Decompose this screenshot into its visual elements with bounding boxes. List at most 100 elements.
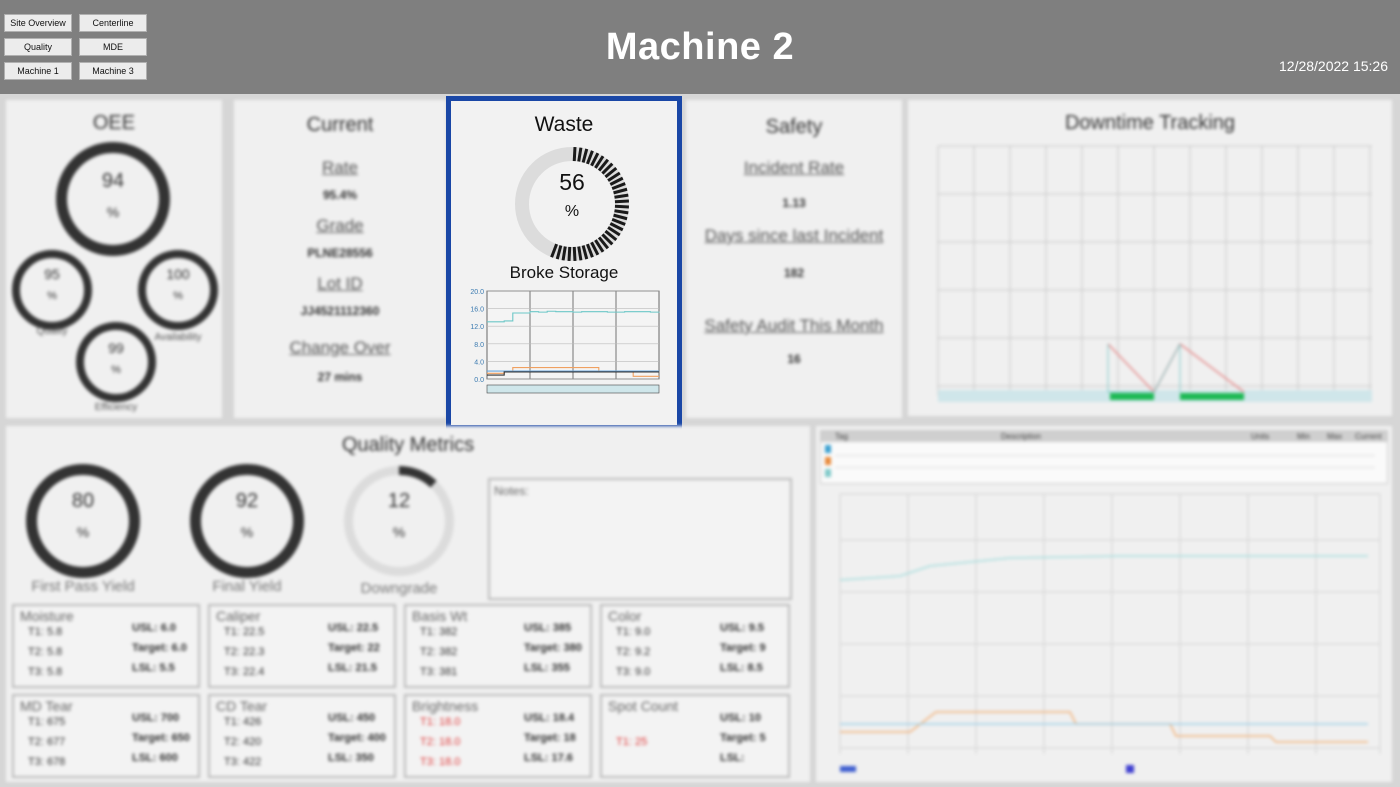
lot-id-label[interactable]: Lot ID: [234, 274, 446, 294]
metric-reading: T2: 18.0: [420, 736, 461, 748]
oee-main-unit: %: [106, 204, 120, 220]
metric-reading: T3: 422: [224, 756, 262, 768]
metric-reading: T2: 382: [420, 646, 458, 658]
metric-box-color: Color T1: 9.0 USL: 9.5 T2: 9.2 Target: 9 T3: …: [600, 604, 790, 688]
days-since-incident-label[interactable]: Days since last Incident: [686, 226, 902, 246]
trend-panel: Tag Description Units Min Max Current: [816, 426, 1392, 782]
metric-limit: USL: 22.5: [328, 622, 379, 634]
metric-reading: T3: 9.0: [616, 666, 651, 678]
trend-table-header: Tag Description Units Min Max Current: [821, 431, 1387, 442]
waste-gauge-tick: [614, 199, 630, 204]
metric-reading: T3: 18.0: [420, 756, 461, 768]
downtime-grid: [937, 145, 1372, 396]
chart-y-tick-label: 0.0: [474, 377, 484, 384]
downtime-chart: [937, 145, 1372, 402]
metric-reading: T1: 426: [224, 716, 262, 728]
trend-table[interactable]: Tag Description Units Min Max Current: [820, 430, 1388, 484]
trend-col-tag: Tag: [835, 432, 848, 441]
metric-limit: Target: 400: [328, 732, 386, 744]
efficiency-label: Efficiency: [94, 402, 138, 413]
trend-row-2-swatch: [825, 457, 831, 465]
metric-title: Moisture: [20, 608, 74, 624]
downtime-panel: Downtime Tracking: [908, 100, 1392, 416]
downtime-title: Downtime Tracking: [1064, 112, 1236, 134]
metric-reading: T3: 5.8: [28, 666, 63, 678]
trend-series-orange: [840, 711, 1368, 743]
metric-reading: T1: 5.8: [28, 626, 63, 638]
waste-panel[interactable]: Waste 56 % Broke Storage 20.0 16.0 12.0 8.0…: [446, 96, 682, 430]
waste-value: 56: [559, 169, 585, 195]
metric-limit: Target: 650: [132, 732, 190, 744]
final-yield-gauge: [190, 464, 304, 578]
rate-label[interactable]: Rate: [234, 158, 446, 178]
safety-audit-label[interactable]: Safety Audit This Month: [686, 316, 902, 336]
trend-scroll-handle[interactable]: [1126, 765, 1134, 773]
metric-limit: LSL: 5.5: [132, 662, 175, 674]
metric-reading: T2: 22.3: [224, 646, 265, 658]
chart-navigator[interactable]: [486, 384, 660, 394]
trend-col-units: Units: [1251, 432, 1270, 441]
metric-title: MD Tear: [20, 698, 73, 714]
trend-col-max: Max: [1327, 432, 1343, 441]
chart-y-tick-label: 4.0: [474, 359, 484, 366]
metric-reading: T3: 381: [420, 666, 458, 678]
metric-title: Caliper: [216, 608, 261, 624]
quality-unit: %: [47, 290, 57, 302]
oee-main-value: 94: [101, 170, 125, 192]
metric-box-md-tear: MD Tear T1: 675 USL: 700 T2: 677 Target: 650…: [12, 694, 200, 778]
metric-reading: T3: 678: [28, 756, 66, 768]
first-pass-yield-label: First Pass Yield: [31, 578, 135, 595]
downgrade-unit: %: [392, 524, 406, 540]
metric-reading: T1: 9.0: [616, 626, 651, 638]
downtime-event-1: [1110, 393, 1154, 400]
metric-reading: T3: 22.4: [224, 666, 265, 678]
metric-limit: Target: 22: [328, 642, 380, 654]
oee-main-gauge: [56, 142, 170, 256]
metric-limit: USL: 385: [524, 622, 572, 634]
waste-gauge-tick: [572, 146, 577, 162]
metric-title: CD Tear: [216, 698, 268, 714]
trend-row-divider-1: [835, 455, 1375, 456]
metric-box-spot-count: Spot Count USL: 10 T1: 25 Target: 5 LSL:: [600, 694, 790, 778]
metric-title: Color: [608, 608, 642, 624]
incident-rate-label[interactable]: Incident Rate: [686, 158, 902, 178]
incident-rate-value: 1.13: [782, 196, 806, 210]
quality-value: 95: [44, 266, 60, 282]
final-yield-label: Final Yield: [212, 578, 282, 595]
waste-gauge-tick: [572, 246, 577, 262]
metric-limit: USL: 450: [328, 712, 376, 724]
metric-limit: LSL: 17.6: [524, 752, 573, 764]
metric-limit: USL: 700: [132, 712, 180, 724]
lot-id-value: JJ4521112360: [300, 304, 380, 318]
metric-box-brightness: Brightness T1: 18.0 USL: 18.4 T2: 18.0 Targe…: [404, 694, 592, 778]
metric-limit: USL: 6.0: [132, 622, 177, 634]
trend-col-min: Min: [1297, 432, 1310, 441]
metric-limit: LSL:: [720, 752, 745, 764]
metric-box-basis-wt: Basis Wt T1: 382 USL: 385 T2: 382 Target: 38…: [404, 604, 592, 688]
safety-audit-value: 16: [787, 352, 801, 366]
chart-y-tick-label: 20.0: [470, 289, 484, 296]
trend-col-description: Description: [1001, 432, 1042, 441]
chart-y-tick-label: 8.0: [474, 342, 484, 349]
broke-storage-chart[interactable]: 20.0 16.0 12.0 8.0 4.0 0.0: [459, 287, 671, 399]
quality-metrics-title: Quality Metrics: [341, 434, 475, 456]
trend-col-current: Current: [1355, 432, 1382, 441]
current-panel: Current Rate 95.4% Grade PLNE28556 Lot I…: [234, 100, 446, 418]
metric-title: Basis Wt: [412, 608, 468, 624]
notes-box[interactable]: Notes:: [488, 478, 792, 600]
trend-row-divider-2: [835, 467, 1375, 468]
downtime-event-2: [1180, 393, 1244, 400]
downtime-line-teal: [1107, 343, 1181, 393]
metric-reading: T2: 677: [28, 736, 66, 748]
grade-label[interactable]: Grade: [234, 216, 446, 236]
change-over-label[interactable]: Change Over: [234, 338, 446, 358]
trend-chart[interactable]: [820, 486, 1388, 780]
trend-scroll-start[interactable]: [840, 766, 856, 772]
metric-box-caliper: Caliper T1: 22.5 USL: 22.5 T2: 22.3 Target: …: [208, 604, 396, 688]
first-pass-yield-unit: %: [76, 524, 90, 540]
waste-gauge-tick: [567, 246, 572, 262]
metric-limit: Target: 18: [524, 732, 576, 744]
metric-reading: T2: 5.8: [28, 646, 63, 658]
metric-limit: LSL: 600: [132, 752, 178, 764]
metric-box-cd-tear: CD Tear T1: 426 USL: 450 T2: 420 Target: 400…: [208, 694, 396, 778]
